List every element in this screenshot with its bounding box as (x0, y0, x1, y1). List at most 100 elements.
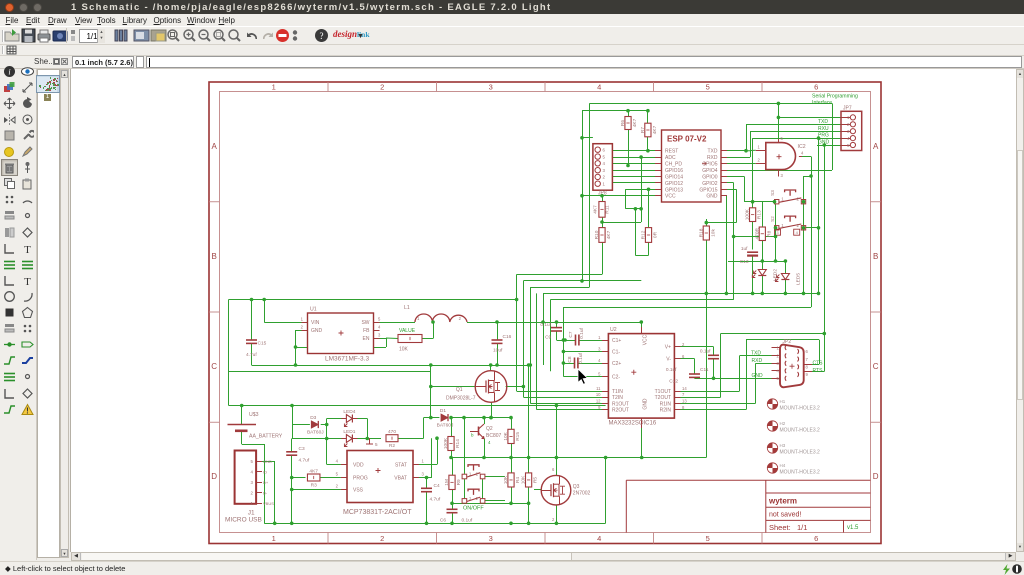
svg-text:C2+: C2+ (612, 361, 621, 367)
svg-text:6: 6 (552, 467, 555, 472)
svg-text:GND: GND (706, 194, 718, 200)
svg-text:D3: D3 (310, 415, 316, 421)
svg-text:U$3: U$3 (249, 412, 259, 418)
svg-text:10K: 10K (399, 347, 409, 353)
svg-text:12: 12 (596, 399, 601, 404)
svg-text:MOUNT-HOLE3.2: MOUNT-HOLE3.2 (780, 406, 821, 412)
svg-text:3: 3 (422, 472, 425, 477)
svg-text:CTS: CTS (813, 361, 824, 367)
svg-text:4: 4 (378, 325, 381, 330)
svg-text:C4: C4 (434, 483, 440, 489)
svg-text:R12: R12 (641, 230, 647, 239)
svg-text:GND: GND (311, 328, 323, 334)
svg-text:v1.5: v1.5 (847, 525, 859, 531)
svg-text:2: 2 (797, 223, 800, 228)
svg-text:D: D (211, 472, 217, 481)
svg-text:2N7002: 2N7002 (573, 491, 591, 497)
svg-text:D1: D1 (440, 408, 446, 414)
svg-text:2: 2 (459, 316, 462, 321)
svg-text:Q3: Q3 (573, 484, 580, 490)
svg-text:Interface: Interface (812, 100, 832, 106)
svg-text:MICRO USB: MICRO USB (225, 517, 262, 524)
svg-text:LED2: LED2 (773, 269, 779, 281)
svg-text:GPIO5: GPIO5 (702, 162, 718, 168)
svg-text:R5: R5 (533, 477, 539, 483)
svg-text:Q1: Q1 (456, 387, 463, 393)
svg-text:4K7: 4K7 (652, 125, 658, 134)
svg-text:Serial Programming: Serial Programming (812, 94, 858, 100)
svg-text:1: 1 (272, 83, 276, 92)
svg-text:T2IN: T2IN (612, 395, 623, 401)
svg-text:PRG: PRG (818, 133, 829, 139)
svg-text:10K: 10K (521, 475, 527, 484)
svg-text:0.1uf: 0.1uf (540, 322, 551, 328)
svg-text:2: 2 (380, 534, 384, 543)
svg-text:C7: C7 (568, 331, 574, 337)
svg-text:R7: R7 (640, 127, 646, 133)
svg-text:DMP3028L-7: DMP3028L-7 (446, 396, 476, 402)
svg-text:10K: 10K (503, 475, 509, 484)
svg-text:GND: GND (263, 459, 272, 464)
svg-text:T2OUT: T2OUT (655, 395, 671, 401)
svg-text:7: 7 (806, 357, 809, 362)
svg-text:GPIO13: GPIO13 (665, 187, 683, 193)
svg-text:C: C (211, 362, 217, 371)
svg-text:L1: L1 (404, 305, 410, 311)
svg-text:H4: H4 (780, 463, 786, 468)
svg-text:4.7uf: 4.7uf (299, 458, 310, 464)
svg-text:T: T (24, 244, 31, 255)
svg-text:R2OUT: R2OUT (612, 408, 629, 414)
svg-text:5: 5 (375, 442, 378, 447)
svg-text:100K: 100K (745, 208, 751, 220)
svg-text:470R: 470R (754, 227, 760, 239)
svg-text:1: 1 (598, 335, 601, 340)
svg-text:5: 5 (706, 534, 710, 543)
svg-text:ESP 07-V2: ESP 07-V2 (667, 135, 707, 144)
svg-text:470: 470 (388, 429, 396, 435)
svg-text:4: 4 (796, 230, 799, 235)
svg-text:R14: R14 (455, 439, 461, 448)
svg-text:5: 5 (336, 472, 339, 477)
svg-text:3: 3 (489, 534, 493, 543)
svg-text:H1: H1 (780, 399, 786, 404)
svg-text:VBAT: VBAT (394, 476, 407, 482)
svg-text:0.1uf: 0.1uf (579, 327, 585, 338)
svg-text:R15: R15 (515, 432, 521, 441)
svg-text:U1: U1 (310, 307, 317, 313)
svg-text:A: A (873, 142, 879, 151)
svg-text:ID: ID (263, 469, 267, 474)
svg-text:R4: R4 (515, 477, 521, 483)
svg-text:AA_BATTERY: AA_BATTERY (249, 434, 283, 440)
svg-text:C8: C8 (567, 356, 573, 362)
svg-text:C11: C11 (700, 367, 709, 373)
svg-text:LED1: LED1 (343, 429, 355, 435)
svg-text:1M: 1M (444, 479, 450, 486)
svg-text:BC807: BC807 (486, 433, 502, 439)
svg-text:2: 2 (336, 484, 339, 489)
svg-text:ADC: ADC (665, 155, 676, 161)
svg-text:GPIO2: GPIO2 (702, 181, 718, 187)
svg-text:MAX3232SOIC16: MAX3232SOIC16 (609, 421, 657, 427)
svg-text:C: C (873, 362, 879, 371)
svg-text:GPIO14: GPIO14 (665, 174, 683, 180)
svg-text:D+: D+ (263, 480, 269, 485)
svg-text:C9: C9 (545, 335, 551, 341)
svg-text:0R: 0R (653, 231, 659, 238)
svg-text:J1: J1 (248, 510, 255, 517)
svg-text:IC2: IC2 (798, 144, 806, 150)
svg-text:VCC: VCC (665, 194, 676, 200)
svg-text:6: 6 (814, 534, 818, 543)
svg-text:H3: H3 (780, 443, 786, 448)
svg-text:1/1: 1/1 (797, 523, 807, 532)
svg-text:TXD: TXD (751, 351, 761, 357)
svg-text:V-: V- (666, 357, 671, 363)
svg-text:GPIO0: GPIO0 (702, 174, 718, 180)
svg-text:BAT60J: BAT60J (307, 430, 324, 436)
svg-text:10uf: 10uf (493, 348, 503, 354)
svg-text:RXD: RXD (752, 358, 763, 364)
svg-text:not saved!: not saved! (769, 512, 801, 519)
svg-text:4.7uf: 4.7uf (246, 352, 257, 358)
svg-text:MOUNT-HOLE3.2: MOUNT-HOLE3.2 (780, 428, 821, 434)
svg-text:i: i (8, 67, 10, 76)
svg-text:LED5: LED5 (796, 273, 802, 285)
